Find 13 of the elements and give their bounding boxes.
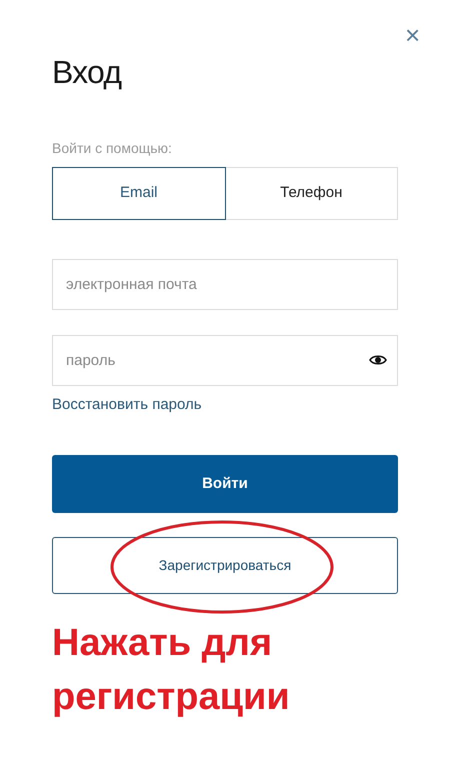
email-field[interactable]: электронная почта bbox=[52, 259, 398, 310]
dialog-title: Вход bbox=[52, 53, 122, 92]
login-method-label: Войти с помощью: bbox=[52, 139, 173, 157]
close-button[interactable]: × bbox=[405, 22, 420, 48]
login-method-tab[interactable]: Email bbox=[52, 167, 226, 220]
annotation-text: Нажать для bbox=[52, 621, 274, 666]
password-field[interactable]: пароль bbox=[52, 335, 398, 386]
register-button[interactable]: Зарегистрироваться bbox=[52, 537, 398, 594]
annotation-text: регистрации bbox=[52, 675, 291, 720]
login-method-tab[interactable]: Телефон bbox=[224, 167, 398, 220]
login-button[interactable]: Войти bbox=[52, 455, 398, 513]
eye-icon[interactable] bbox=[369, 354, 387, 366]
restore-password-link[interactable]: Восстановить пароль bbox=[52, 395, 202, 415]
